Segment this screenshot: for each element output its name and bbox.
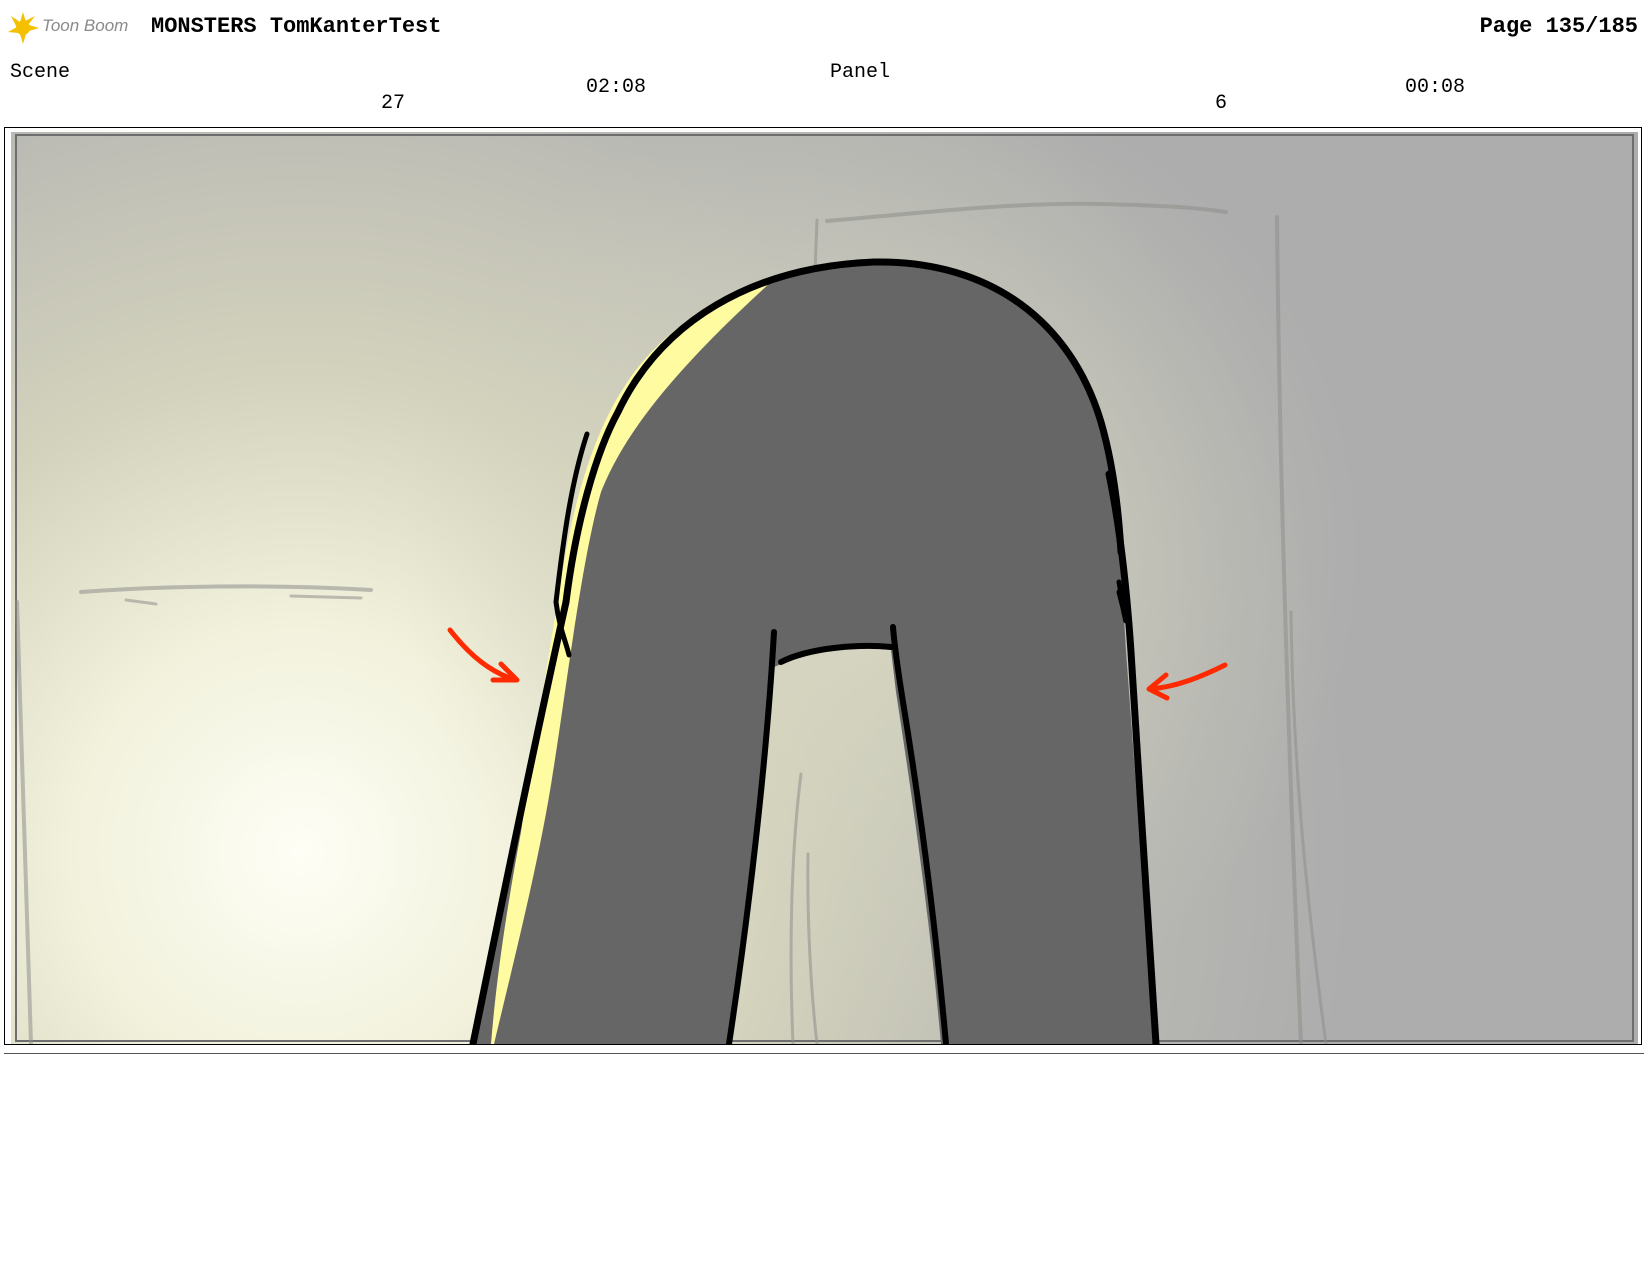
toon-boom-star-icon	[8, 12, 39, 44]
panel-drawing	[11, 132, 1638, 1044]
panel-number: 6	[1215, 92, 1228, 115]
logo-text: Toon Boom	[42, 16, 129, 35]
scene-label: Scene	[10, 61, 71, 84]
panel-duration: 00:08	[1405, 76, 1466, 99]
scene-number: 27	[381, 92, 406, 115]
bottom-rule	[4, 1053, 1644, 1054]
project-title: MONSTERS TomKanterTest	[151, 14, 442, 39]
scene-duration: 02:08	[586, 76, 647, 99]
toon-boom-logo: Toon Boom	[6, 10, 136, 46]
page-number: Page 135/185	[1479, 14, 1638, 39]
panel-label: Panel	[830, 61, 891, 84]
